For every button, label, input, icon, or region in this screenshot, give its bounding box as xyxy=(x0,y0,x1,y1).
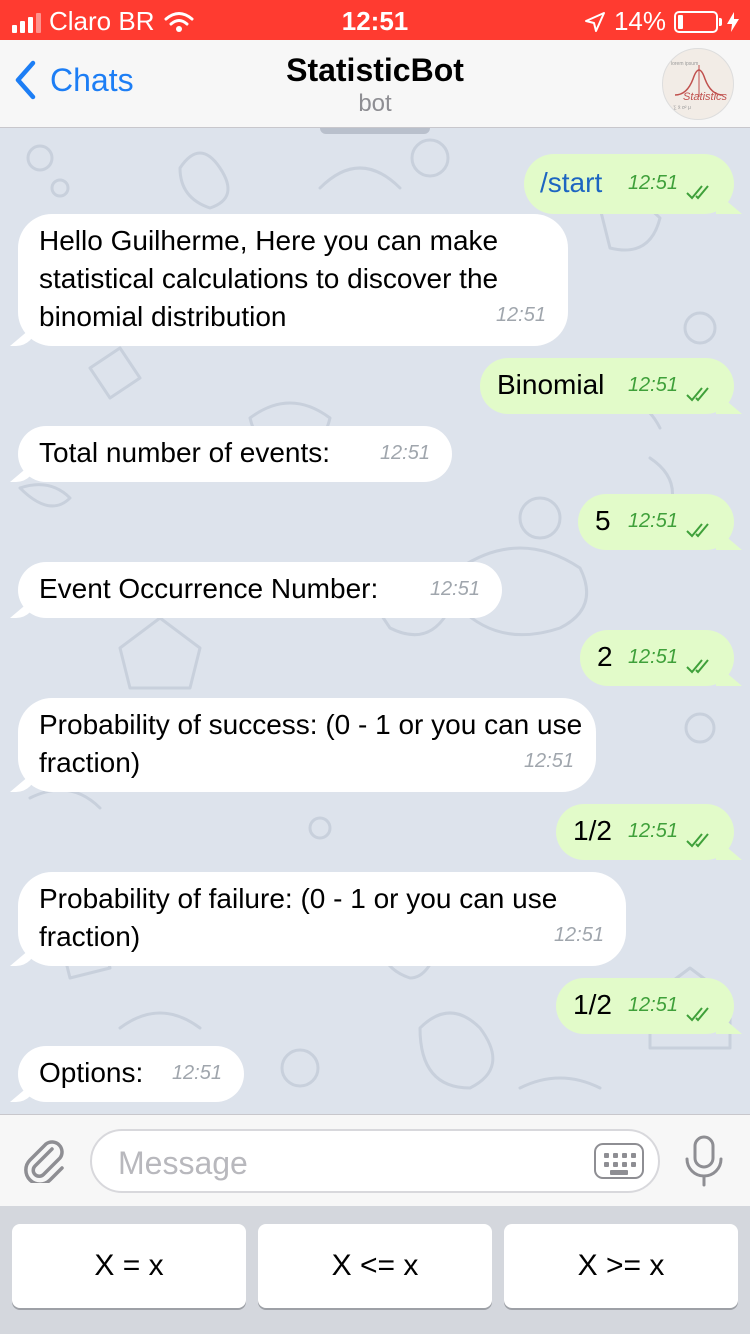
charging-bolt-icon xyxy=(727,11,739,32)
svg-text:∑ x̄ σ² μ: ∑ x̄ σ² μ xyxy=(673,105,691,111)
location-arrow-icon xyxy=(584,11,605,32)
battery-icon xyxy=(674,10,722,33)
message-text: Options: xyxy=(39,1057,144,1088)
read-ticks-icon xyxy=(686,185,709,200)
svg-text:lorem ipsum: lorem ipsum xyxy=(671,61,698,67)
message-incoming[interactable]: Options: 12:51 xyxy=(18,1046,244,1102)
reply-button-label: X >= x xyxy=(577,1249,665,1282)
reply-button-greater-equal[interactable]: X >= x xyxy=(504,1224,738,1308)
message-incoming[interactable]: Total number of events: 12:51 xyxy=(18,426,452,482)
message-placeholder: Message xyxy=(118,1145,248,1181)
message-time: 12:51 xyxy=(627,994,678,1016)
statistics-chart-icon: lorem ipsum ∑ x̄ σ² μ xyxy=(671,61,724,111)
chat-area[interactable]: /start 12:51 Hello Guilherme, Here you c… xyxy=(0,128,750,1114)
message-incoming[interactable]: Probability of failure: (0 - 1 or you ca… xyxy=(18,872,626,966)
paperclip-icon[interactable] xyxy=(22,1137,68,1183)
read-ticks-icon xyxy=(686,833,709,848)
message-text: Hello Guilherme, Here you can make stati… xyxy=(39,225,499,332)
chat-title[interactable]: StatisticBot xyxy=(0,52,750,89)
message-text: 1/2 xyxy=(573,989,612,1020)
message-time: 12:51 xyxy=(379,442,430,464)
reply-button-equal[interactable]: X = x xyxy=(12,1224,246,1308)
message-time: 12:51 xyxy=(627,510,678,532)
message-time: 12:51 xyxy=(495,304,546,326)
message-text: 5 xyxy=(595,505,611,536)
message-incoming[interactable]: Event Occurrence Number: 12:51 xyxy=(18,562,502,618)
message-text: Probability of failure: (0 - 1 or you ca… xyxy=(39,883,558,952)
reply-button-label: X <= x xyxy=(331,1249,419,1282)
battery-percent: 14% xyxy=(613,6,666,36)
message-time: 12:51 xyxy=(553,924,604,946)
message-time: 12:51 xyxy=(627,646,678,668)
message-time: 12:51 xyxy=(627,820,678,842)
read-ticks-icon xyxy=(686,523,709,538)
reply-button-less-equal[interactable]: X <= x xyxy=(258,1224,492,1308)
nav-bar: Chats StatisticBot bot lorem ipsum ∑ x̄ … xyxy=(0,40,750,128)
read-ticks-icon xyxy=(686,387,709,402)
message-time: 12:51 xyxy=(627,172,678,194)
reply-button-label: X = x xyxy=(94,1249,164,1282)
read-ticks-icon xyxy=(686,659,709,674)
pull-handle xyxy=(320,128,430,134)
message-time: 12:51 xyxy=(429,578,480,600)
message-incoming[interactable]: Probability of success: (0 - 1 or you ca… xyxy=(18,698,596,792)
message-time: 12:51 xyxy=(171,1062,222,1084)
chat-subtitle: bot xyxy=(358,90,392,117)
message-text: 1/2 xyxy=(573,815,612,846)
microphone-icon[interactable] xyxy=(682,1135,726,1187)
battery-level-fill xyxy=(678,14,683,29)
message-outgoing[interactable]: Binomial 12:51 xyxy=(480,358,734,414)
message-time: 12:51 xyxy=(523,750,574,772)
message-incoming[interactable]: Hello Guilherme, Here you can make stati… xyxy=(18,214,568,346)
avatar-label: Statistics xyxy=(683,91,728,103)
message-time: 12:51 xyxy=(627,374,678,396)
message-outgoing[interactable]: 5 12:51 xyxy=(578,494,734,550)
message-outgoing[interactable]: 1/2 12:51 xyxy=(556,804,734,860)
status-bar: Claro BR 12:51 14% xyxy=(0,0,750,40)
message-text: 2 xyxy=(597,641,613,672)
bot-keyboard-icon[interactable] xyxy=(594,1143,644,1179)
message-text: Total number of events: xyxy=(39,437,331,468)
message-input[interactable]: Message xyxy=(90,1129,660,1193)
message-outgoing[interactable]: 1/2 12:51 xyxy=(556,978,734,1034)
message-text: Event Occurrence Number: xyxy=(39,573,379,604)
bot-reply-keyboard: X = x X <= x X >= x xyxy=(0,1206,750,1334)
message-text: Probability of success: (0 - 1 or you ca… xyxy=(39,709,583,778)
message-outgoing[interactable]: 2 12:51 xyxy=(580,630,734,686)
message-input-bar: Message xyxy=(0,1114,750,1206)
message-text[interactable]: /start xyxy=(540,164,602,202)
read-ticks-icon xyxy=(686,1007,709,1022)
message-outgoing[interactable]: /start 12:51 xyxy=(524,154,734,214)
message-text: Binomial xyxy=(497,369,605,400)
avatar[interactable]: lorem ipsum ∑ x̄ σ² μ Statistics xyxy=(662,48,734,120)
